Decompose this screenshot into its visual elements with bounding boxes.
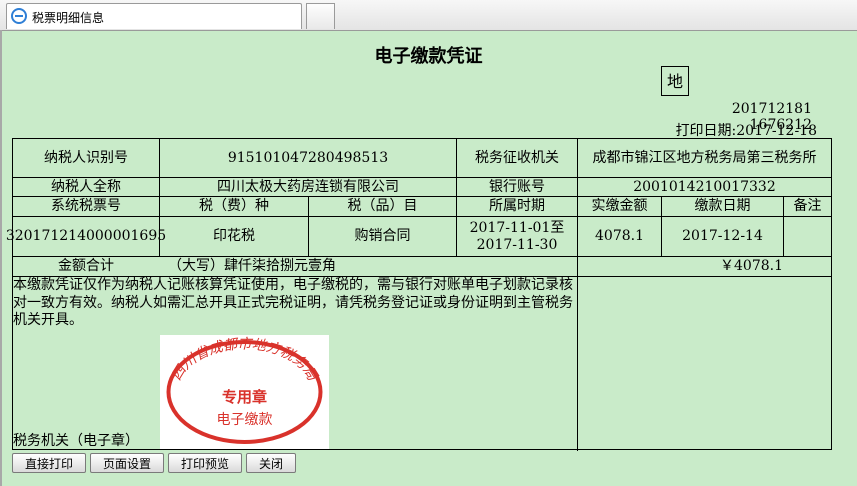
di-box: 地 bbox=[661, 66, 689, 96]
tax-item: 购销合同 bbox=[354, 228, 411, 244]
taxpayer-name-label: 纳税人全称 bbox=[51, 178, 121, 195]
pay-date: 2017-12-14 bbox=[682, 228, 763, 244]
page-setup-button[interactable]: 页面设置 bbox=[90, 453, 164, 473]
bank-account: 2001014210017332 bbox=[633, 178, 776, 195]
tax-type: 印花税 bbox=[213, 228, 255, 244]
total-amount: ￥4078.1 bbox=[720, 258, 783, 274]
tax-authority-seal-label: 税务机关（电子章） bbox=[13, 433, 139, 449]
tab-title: 税票明细信息 bbox=[32, 11, 105, 25]
close-button[interactable]: 关闭 bbox=[246, 453, 296, 473]
electronic-seal: 四川省成都市地方税务局 专用章 电子缴款 bbox=[160, 335, 329, 449]
header-period: 所属时期 bbox=[489, 198, 545, 214]
tax-period: 2017-11-01至 2017-11-30 bbox=[457, 217, 577, 256]
authority-label: 税务征收机关 bbox=[475, 149, 559, 166]
bank-account-label: 银行账号 bbox=[489, 178, 545, 195]
notice-text: 本缴款凭证仅作为纳税人记账核算凭证使用，电子缴税的，需与银行对账单电子划款记录核… bbox=[13, 277, 573, 328]
period-from: 2017-11-01至 bbox=[469, 219, 565, 236]
ie-icon bbox=[11, 8, 27, 24]
total-in-words: （大写）肆仟柒拾捌元壹角 bbox=[168, 258, 336, 274]
remark bbox=[784, 217, 831, 256]
print-direct-button[interactable]: 直接打印 bbox=[12, 453, 86, 473]
total-label: 金额合计 bbox=[58, 258, 114, 274]
ticket-no: 320171214000001695 bbox=[5, 228, 167, 244]
header-tax-type: 税（费）种 bbox=[199, 198, 269, 214]
print-preview-button[interactable]: 打印预览 bbox=[168, 453, 242, 473]
taxpayer-name: 四川太极大药房连锁有限公司 bbox=[217, 178, 399, 195]
svg-text:四川省成都市地方税务局: 四川省成都市地方税务局 bbox=[169, 336, 321, 384]
tab-tax-detail[interactable]: 税票明细信息 bbox=[6, 3, 302, 29]
authority-name: 成都市锦江区地方税务局第三税务所 bbox=[592, 149, 817, 166]
seal-main-text: 专用章 bbox=[222, 388, 267, 406]
paid-amount: 4078.1 bbox=[595, 228, 644, 244]
header-tax-item: 税（品）目 bbox=[347, 198, 418, 214]
new-tab-button[interactable] bbox=[306, 3, 335, 29]
tab-bar: 税票明细信息 bbox=[0, 0, 857, 31]
header-ticket-no: 系统税票号 bbox=[51, 198, 121, 214]
period-to: 2017-11-30 bbox=[476, 236, 558, 253]
header-pay-date: 缴款日期 bbox=[694, 198, 751, 214]
print-date: 打印日期:2017-12-18 bbox=[675, 123, 817, 139]
seal-ring-text: 四川省成都市地方税务局 bbox=[169, 336, 321, 384]
taxpayer-id-label: 纳税人识别号 bbox=[44, 149, 128, 166]
header-amount: 实缴金额 bbox=[591, 198, 648, 214]
taxpayer-id: 915101047280498513 bbox=[227, 149, 389, 166]
page-title: 电子缴款凭证 bbox=[374, 46, 483, 67]
header-remark: 备注 bbox=[793, 198, 822, 214]
seal-sub-text: 电子缴款 bbox=[217, 412, 273, 428]
